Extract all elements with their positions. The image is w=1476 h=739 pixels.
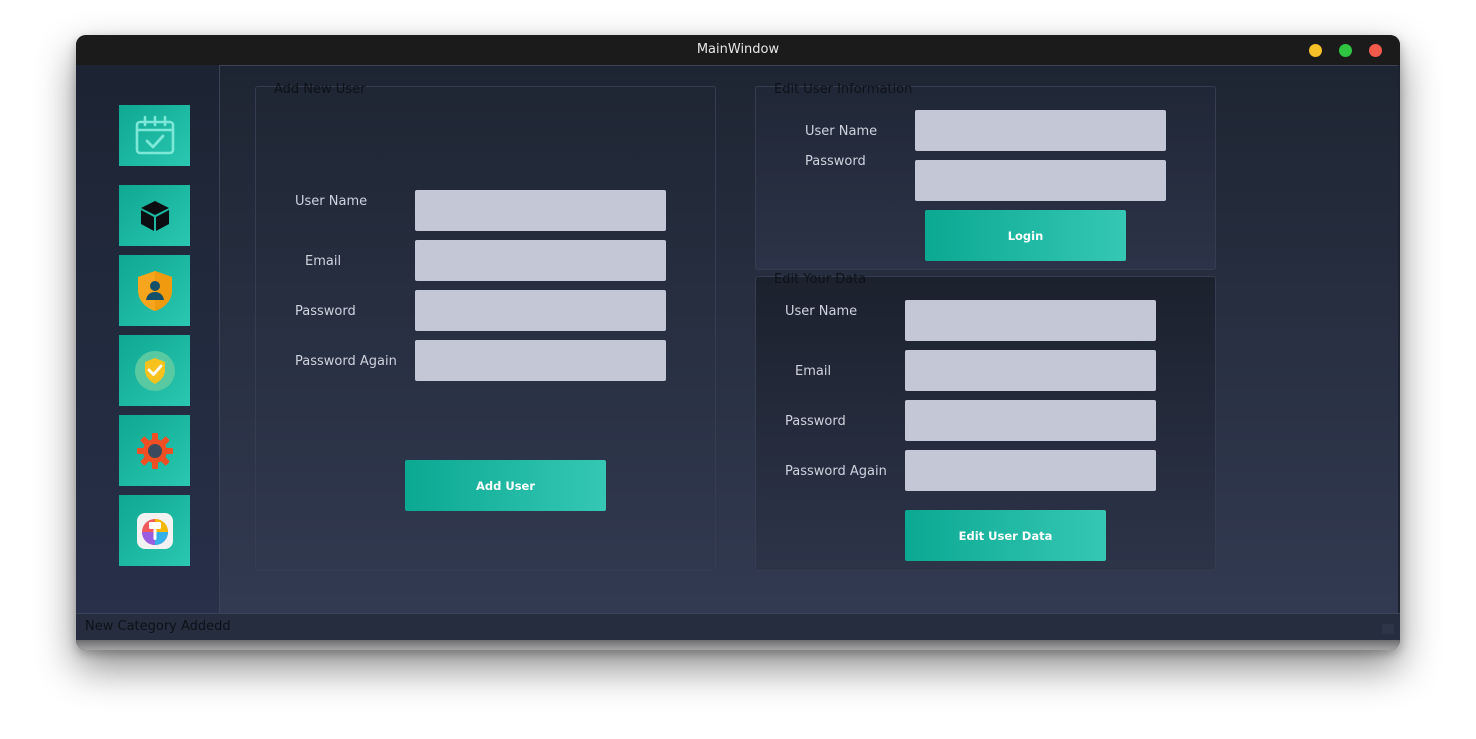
main-window: MainWindow Add New User User Name Email … [76, 35, 1400, 650]
sidebar-item-calendar[interactable] [119, 105, 190, 166]
edit-data-email-label: Email [795, 364, 832, 379]
edit-info-username-input[interactable] [915, 110, 1166, 151]
close-button[interactable] [1369, 44, 1382, 57]
add-user-email-input[interactable] [415, 240, 666, 281]
edit-data-email-input[interactable] [905, 350, 1156, 391]
add-user-password-again-input[interactable] [415, 340, 666, 381]
edit-data-password-input[interactable] [905, 400, 1156, 441]
add-user-button[interactable]: Add User [405, 460, 606, 511]
title-bar[interactable]: MainWindow [76, 35, 1400, 65]
edit-info-password-input[interactable] [915, 160, 1166, 201]
add-user-group: Add New User User Name Email Password Pa… [255, 82, 716, 571]
sidebar-item-products[interactable] [119, 185, 190, 246]
edit-user-info-group-title: Edit User Information [774, 82, 913, 97]
calendar-check-icon [135, 115, 174, 154]
paint-brush-icon [136, 512, 173, 549]
minimize-button[interactable] [1309, 44, 1322, 57]
content-area: Add New User User Name Email Password Pa… [219, 65, 1398, 613]
shield-check-icon [134, 350, 175, 391]
sidebar-item-security[interactable] [119, 335, 190, 406]
edit-info-username-label: User Name [805, 124, 878, 139]
edit-data-username-input[interactable] [905, 300, 1156, 341]
gear-icon [136, 432, 173, 469]
status-message: New Category Addedd [85, 619, 231, 634]
cube-icon [140, 200, 169, 231]
add-user-password-input[interactable] [415, 290, 666, 331]
user-shield-icon [137, 270, 172, 311]
edit-your-data-group-title: Edit Your Data [774, 272, 867, 287]
add-user-password-again-label: Password Again [295, 354, 397, 369]
sidebar-item-settings[interactable] [119, 415, 190, 486]
sidebar-item-users[interactable] [119, 255, 190, 326]
status-bar: New Category Addedd [76, 613, 1400, 640]
add-user-username-input[interactable] [415, 190, 666, 231]
maximize-button[interactable] [1339, 44, 1352, 57]
window-bottom-edge [76, 640, 1400, 650]
resize-grip[interactable] [1382, 624, 1394, 634]
edit-data-password-label: Password [785, 414, 846, 429]
edit-data-password-again-input[interactable] [905, 450, 1156, 491]
edit-info-password-label: Password [805, 154, 866, 169]
add-user-username-label: User Name [295, 194, 368, 209]
sidebar [76, 65, 219, 613]
add-user-email-label: Email [305, 254, 342, 269]
sidebar-item-theme[interactable] [119, 495, 190, 566]
login-button[interactable]: Login [925, 210, 1126, 261]
edit-data-username-label: User Name [785, 304, 858, 319]
add-user-group-title: Add New User [274, 82, 366, 97]
edit-user-info-group: Edit User Information User Name Password… [755, 82, 1216, 270]
window-title: MainWindow [696, 42, 780, 57]
edit-your-data-group: Edit Your Data User Name Email Password … [755, 272, 1216, 571]
edit-data-password-again-label: Password Again [785, 464, 887, 479]
add-user-password-label: Password [295, 304, 356, 319]
edit-user-data-button[interactable]: Edit User Data [905, 510, 1106, 561]
